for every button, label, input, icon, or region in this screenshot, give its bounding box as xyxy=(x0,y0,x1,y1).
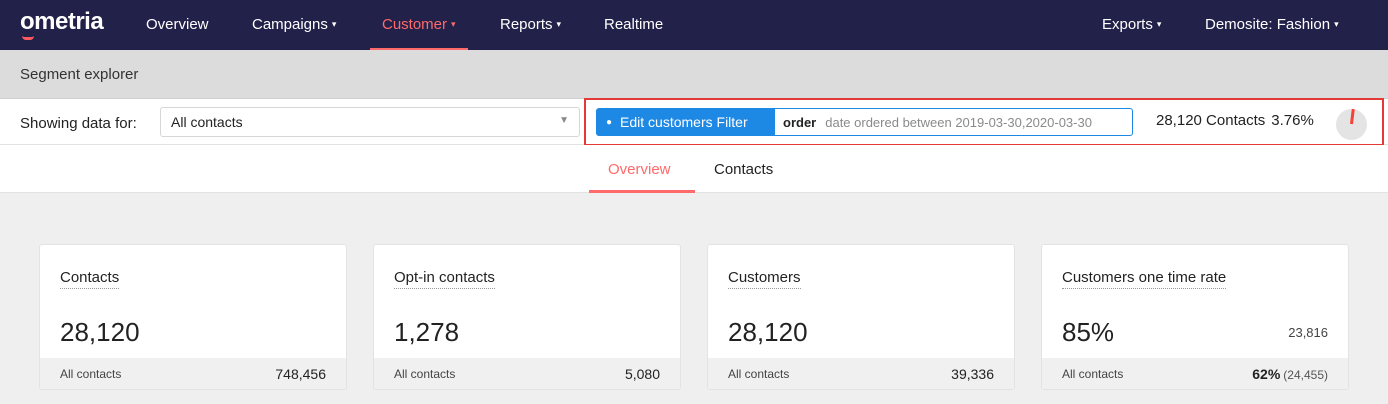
contacts-count: 28,120 Contacts xyxy=(1156,112,1266,129)
nav-reports[interactable]: Reports ▾ xyxy=(500,0,561,50)
pie-slice xyxy=(1350,108,1355,125)
contacts-summary: 28,120 Contacts 3.76% xyxy=(1156,112,1314,129)
tab-bar: Overview Contacts xyxy=(0,145,1388,193)
card-footer-value: 62% (24,455) xyxy=(1252,366,1328,382)
nav-realtime[interactable]: Realtime xyxy=(604,0,663,50)
card-footer: All contacts 62% (24,455) xyxy=(1042,358,1348,389)
card-title[interactable]: Opt-in contacts xyxy=(394,269,495,289)
card-footer-subvalue: (24,455) xyxy=(1283,368,1328,382)
card-side-value: 23,816 xyxy=(1288,325,1328,340)
filter-keyword: order xyxy=(783,114,817,130)
card-footer: All contacts 5,080 xyxy=(374,358,680,389)
person-icon: ● xyxy=(606,116,613,128)
card-value: 85% xyxy=(1062,317,1115,347)
card-footer-value: 5,080 xyxy=(624,366,660,382)
active-tab-indicator xyxy=(589,190,695,193)
nav-campaigns[interactable]: Campaigns ▾ xyxy=(252,0,336,50)
card-value: 28,120 xyxy=(728,317,808,347)
card-footer-label: All contacts xyxy=(728,367,790,381)
contacts-percent: 3.76% xyxy=(1271,112,1314,129)
ometria-logo[interactable]: ometria xyxy=(20,8,104,40)
card-title[interactable]: Contacts xyxy=(60,269,120,289)
segment-select-value: All contacts xyxy=(171,114,243,130)
showing-data-label: Showing data for: xyxy=(20,115,137,132)
stat-card-customers: Customers 28,120 All contacts 39,336 xyxy=(707,244,1015,390)
tab-overview[interactable]: Overview xyxy=(608,161,671,178)
top-navigation-bar: ometria Overview Campaigns ▾ Customer ▾ Re… xyxy=(0,0,1388,50)
chevron-down-icon: ▾ xyxy=(1334,19,1339,29)
segment-select[interactable]: All contacts ▼ xyxy=(160,107,580,137)
card-footer-value: 39,336 xyxy=(951,366,994,382)
card-footer: All contacts 748,456 xyxy=(40,358,346,389)
page-subheader: Segment explorer xyxy=(0,50,1388,99)
card-value: 28,120 xyxy=(60,317,140,347)
stat-card-contacts: Contacts 28,120 All contacts 748,456 xyxy=(39,244,347,390)
contacts-share-pie xyxy=(1336,108,1367,140)
card-footer-label: All contacts xyxy=(1062,367,1124,381)
nav-exports[interactable]: Exports ▾ xyxy=(1102,0,1161,50)
stat-card-customers-one-time-rate: Customers one time rate 85% 23,816 All c… xyxy=(1041,244,1349,390)
nav-site-switcher[interactable]: Demosite: Fashion ▾ xyxy=(1205,0,1339,50)
chevron-down-icon: ▾ xyxy=(451,19,456,29)
nav-overview[interactable]: Overview xyxy=(146,0,209,50)
edit-filter-label: Edit customers Filter xyxy=(620,114,748,130)
card-footer-label: All contacts xyxy=(60,367,122,381)
tab-contacts[interactable]: Contacts xyxy=(714,161,773,178)
card-value: 1,278 xyxy=(394,317,460,347)
edit-customers-filter-button[interactable]: ● Edit customers Filter xyxy=(596,108,775,136)
page-title: Segment explorer xyxy=(20,66,139,83)
logo-swoosh-icon xyxy=(22,36,34,40)
chevron-down-icon: ▾ xyxy=(556,19,562,29)
dropdown-arrow-icon: ▼ xyxy=(559,115,569,126)
card-footer-label: All contacts xyxy=(394,367,456,381)
filter-rule: date ordered between 2019-03-30,2020-03-… xyxy=(825,114,1092,130)
active-filter-chip[interactable]: order date ordered between 2019-03-30,20… xyxy=(775,108,1133,136)
card-footer-value: 748,456 xyxy=(275,366,326,382)
chevron-down-icon: ▾ xyxy=(331,19,337,29)
stat-card-opt-in-contacts: Opt-in contacts 1,278 All contacts 5,080 xyxy=(373,244,681,390)
card-title[interactable]: Customers one time rate xyxy=(1062,269,1227,289)
logo-text: ometria xyxy=(20,8,104,35)
card-title[interactable]: Customers xyxy=(728,269,801,289)
chevron-down-icon: ▾ xyxy=(1156,19,1162,29)
card-footer: All contacts 39,336 xyxy=(708,358,1014,389)
nav-customer[interactable]: Customer ▾ xyxy=(370,0,468,50)
